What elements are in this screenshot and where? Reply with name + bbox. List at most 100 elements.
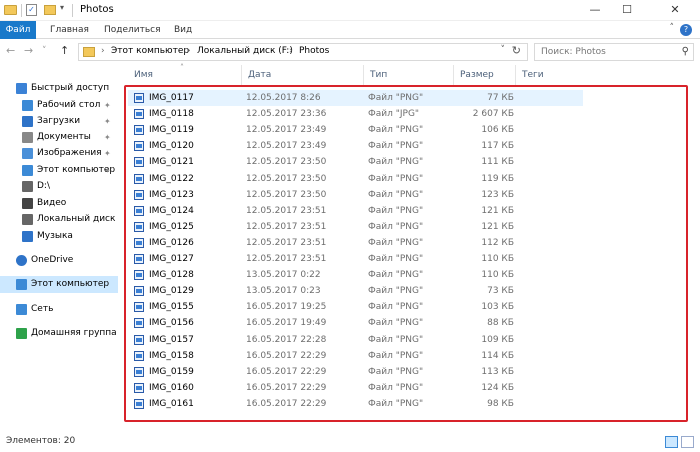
sidebar-item[interactable]: Домашняя группа [0, 325, 118, 342]
recent-locations-button[interactable]: ˅ [42, 46, 47, 56]
sidebar-item[interactable]: Этот компьютер ✦ [0, 162, 118, 179]
file-type: Файл "PNG" [368, 237, 424, 248]
table-row[interactable]: IMG_0156 16.05.2017 19:49 Файл "PNG" 88 КБ [128, 315, 583, 331]
minimize-button[interactable]: — [580, 0, 610, 21]
sidebar-item[interactable]: Локальный диск (F [0, 211, 118, 228]
large-icons-view-button[interactable] [681, 436, 694, 448]
file-type: Файл "PNG" [368, 173, 424, 184]
column-header-size[interactable]: Размер [454, 65, 516, 85]
address-bar[interactable]: › Этот компьютер › Локальный диск (F:) ›… [78, 43, 528, 61]
table-row[interactable]: IMG_0123 12.05.2017 23:50 Файл "PNG" 123 КБ [128, 187, 583, 203]
file-name: IMG_0129 [149, 286, 194, 297]
breadcrumb-separator[interactable]: › [289, 46, 293, 56]
table-row[interactable]: IMG_0122 12.05.2017 23:50 Файл "PNG" 119 КБ [128, 171, 583, 187]
file-name: IMG_0119 [149, 125, 194, 136]
sidebar-item[interactable]: Рабочий стол ✦ [0, 97, 118, 114]
sidebar-item-label: Загрузки [37, 116, 81, 126]
new-folder-icon[interactable] [44, 5, 56, 15]
help-icon[interactable]: ? [680, 24, 692, 36]
file-size: 121 КБ [481, 221, 514, 232]
forward-button[interactable]: → [24, 44, 33, 57]
table-row[interactable]: IMG_0158 16.05.2017 22:29 Файл "PNG" 114 КБ [128, 348, 583, 364]
properties-icon[interactable]: ✓ [26, 4, 37, 16]
table-row[interactable]: IMG_0120 12.05.2017 23:49 Файл "PNG" 117 КБ [128, 138, 583, 154]
sidebar-item[interactable]: Документы ✦ [0, 129, 118, 146]
desktop-icon [22, 100, 33, 111]
up-button[interactable]: ↑ [60, 44, 69, 57]
image-file-icon [134, 221, 144, 232]
column-header-tags[interactable]: Теги [516, 65, 586, 85]
search-input[interactable]: Поиск: Photos ⚲ [534, 43, 694, 61]
table-row[interactable]: IMG_0121 12.05.2017 23:50 Файл "PNG" 111 КБ [128, 154, 583, 170]
table-row[interactable]: IMG_0118 12.05.2017 23:36 Файл "JPG" 2 607 … [128, 106, 583, 122]
collapse-ribbon-icon[interactable]: ˄ [670, 23, 675, 33]
column-header-date[interactable]: Дата [242, 65, 364, 85]
sidebar-item-label: Быстрый доступ [31, 83, 110, 93]
pin-icon[interactable]: ✦ [104, 113, 111, 130]
sidebar-item-label: Домашняя группа [31, 328, 117, 338]
table-row[interactable]: IMG_0127 12.05.2017 23:51 Файл "PNG" 110 КБ [128, 251, 583, 267]
pin-icon[interactable]: ✦ [104, 162, 111, 179]
computer-icon [22, 165, 33, 176]
table-row[interactable]: IMG_0126 12.05.2017 23:51 Файл "PNG" 112 КБ [128, 235, 583, 251]
table-row[interactable]: IMG_0117 12.05.2017 8:26 Файл "PNG" 77 КБ [128, 90, 583, 106]
details-view-button[interactable] [665, 436, 678, 448]
breadcrumb-separator[interactable]: › [101, 46, 105, 56]
sidebar-item[interactable]: D:\ [0, 178, 118, 195]
pin-icon[interactable]: ✦ [104, 129, 111, 146]
file-date: 13.05.2017 0:22 [246, 270, 321, 281]
table-row[interactable]: IMG_0157 16.05.2017 22:28 Файл "PNG" 109 КБ [128, 332, 583, 348]
file-date: 12.05.2017 23:49 [246, 141, 327, 152]
table-row[interactable]: IMG_0125 12.05.2017 23:51 Файл "PNG" 121 КБ [128, 219, 583, 235]
customize-toolbar-icon[interactable]: ▾ [60, 3, 64, 15]
sidebar-item[interactable]: Видео [0, 195, 118, 212]
refresh-icon[interactable]: ↻ [512, 44, 521, 57]
table-row[interactable]: IMG_0160 16.05.2017 22:29 Файл "PNG" 124 КБ [128, 380, 583, 396]
back-button[interactable]: ← [6, 44, 15, 57]
table-row[interactable]: IMG_0119 12.05.2017 23:49 Файл "PNG" 106 КБ [128, 122, 583, 138]
table-row[interactable]: IMG_0159 16.05.2017 22:29 Файл "PNG" 113 КБ [128, 364, 583, 380]
pin-icon[interactable]: ✦ [104, 145, 111, 162]
table-row[interactable]: IMG_0161 16.05.2017 22:29 Файл "PNG" 98 КБ [128, 396, 583, 412]
image-file-icon [134, 157, 144, 168]
table-row[interactable]: IMG_0124 12.05.2017 23:51 Файл "PNG" 121 КБ [128, 203, 583, 219]
file-size: 109 КБ [481, 334, 514, 345]
breadcrumb-photos[interactable]: Photos [299, 46, 329, 56]
breadcrumb-this-pc[interactable]: Этот компьютер [111, 46, 189, 56]
pin-icon[interactable]: ✦ [104, 97, 111, 114]
tab-file[interactable]: Файл [0, 21, 36, 39]
column-header-name[interactable]: Имя [128, 65, 242, 85]
file-name: IMG_0120 [149, 141, 194, 152]
tab-share[interactable]: Поделиться [104, 21, 161, 39]
status-item-count: Элементов: 20 [6, 436, 76, 446]
close-button[interactable]: ✕ [660, 0, 690, 21]
sidebar-item[interactable]: Сеть [0, 301, 118, 318]
sidebar-item[interactable]: Изображения ✦ [0, 145, 118, 162]
quick-access-separator [21, 4, 22, 17]
sidebar-item[interactable]: Музыка [0, 228, 118, 245]
video-icon [22, 198, 33, 209]
tab-home[interactable]: Главная [50, 21, 89, 39]
file-name: IMG_0158 [149, 350, 194, 361]
address-dropdown-icon[interactable]: ˅ [501, 45, 506, 55]
breadcrumb-separator[interactable]: › [187, 46, 191, 56]
search-icon[interactable]: ⚲ [682, 44, 689, 60]
file-name: IMG_0160 [149, 382, 194, 393]
table-row[interactable]: IMG_0129 13.05.2017 0:23 Файл "PNG" 73 КБ [128, 283, 583, 299]
sidebar-item[interactable]: Этот компьютер [0, 276, 118, 293]
drive-icon [22, 214, 33, 225]
file-type: Файл "PNG" [368, 141, 424, 152]
column-header-type[interactable]: Тип [364, 65, 454, 85]
file-name: IMG_0123 [149, 189, 194, 200]
table-row[interactable]: IMG_0155 16.05.2017 19:25 Файл "PNG" 103 КБ [128, 299, 583, 315]
table-row[interactable]: IMG_0128 13.05.2017 0:22 Файл "PNG" 110 КБ [128, 267, 583, 283]
file-date: 16.05.2017 22:29 [246, 366, 327, 377]
document-icon [22, 132, 33, 143]
sidebar-item[interactable]: Загрузки ✦ [0, 113, 118, 130]
breadcrumb-drive-f[interactable]: Локальный диск (F:) [197, 46, 293, 56]
maximize-button[interactable]: ☐ [612, 0, 642, 21]
sidebar-item[interactable]: Быстрый доступ [0, 80, 118, 97]
tab-view[interactable]: Вид [174, 21, 192, 39]
sidebar-item[interactable]: OneDrive [0, 252, 118, 269]
image-file-icon [134, 382, 144, 393]
